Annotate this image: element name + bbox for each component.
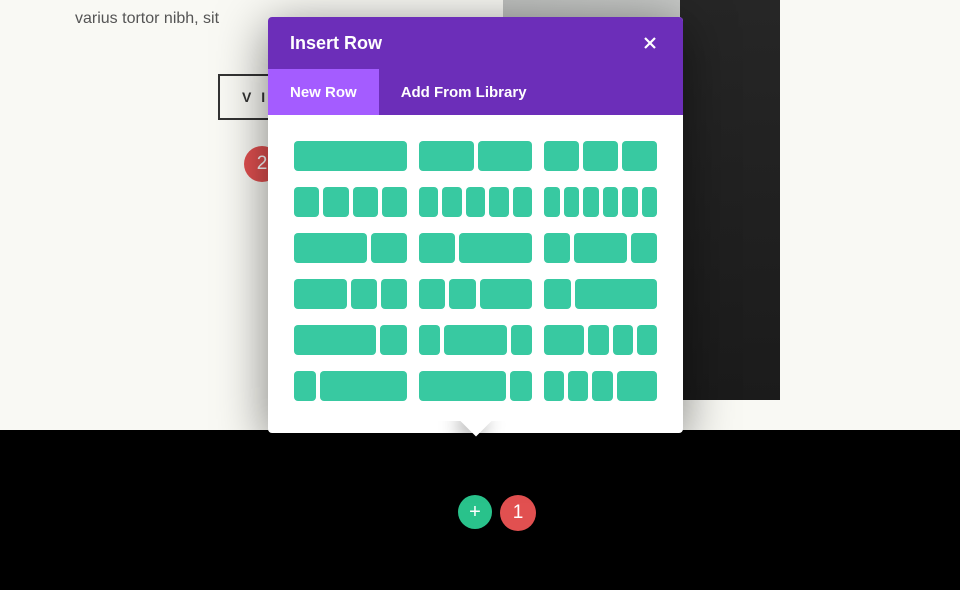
plus-icon: +	[469, 501, 481, 524]
layout-option-11[interactable]	[544, 279, 657, 309]
layout-option-1[interactable]	[419, 141, 532, 171]
annotation-step-1: 1	[500, 495, 536, 531]
layout-option-14[interactable]	[544, 325, 657, 355]
hero-image-shadow	[680, 0, 780, 400]
modal-header: Insert Row	[268, 17, 683, 69]
layout-option-5[interactable]	[544, 187, 657, 217]
close-button[interactable]	[639, 32, 661, 54]
layout-option-16[interactable]	[419, 371, 532, 401]
layout-option-4[interactable]	[419, 187, 532, 217]
layout-option-10[interactable]	[419, 279, 532, 309]
layout-option-8[interactable]	[544, 233, 657, 263]
layout-option-9[interactable]	[294, 279, 407, 309]
layout-option-7[interactable]	[419, 233, 532, 263]
modal-title: Insert Row	[290, 33, 382, 54]
tab-new-row[interactable]: New Row	[268, 69, 379, 115]
layout-option-15[interactable]	[294, 371, 407, 401]
layout-option-12[interactable]	[294, 325, 407, 355]
modal-body	[268, 115, 683, 433]
close-icon	[642, 35, 658, 51]
layout-option-13[interactable]	[419, 325, 532, 355]
modal-tabs: New Row Add From Library	[268, 69, 683, 115]
add-section-button[interactable]: +	[458, 495, 492, 529]
tab-library[interactable]: Add From Library	[379, 69, 549, 115]
layout-option-3[interactable]	[294, 187, 407, 217]
layout-option-6[interactable]	[294, 233, 407, 263]
body-text-fragment: varius tortor nibh, sit	[75, 10, 219, 28]
layout-option-0[interactable]	[294, 141, 407, 171]
layout-option-2[interactable]	[544, 141, 657, 171]
layout-option-17[interactable]	[544, 371, 657, 401]
layout-grid	[294, 141, 657, 401]
insert-row-modal: Insert Row New Row Add From Library	[268, 17, 683, 433]
